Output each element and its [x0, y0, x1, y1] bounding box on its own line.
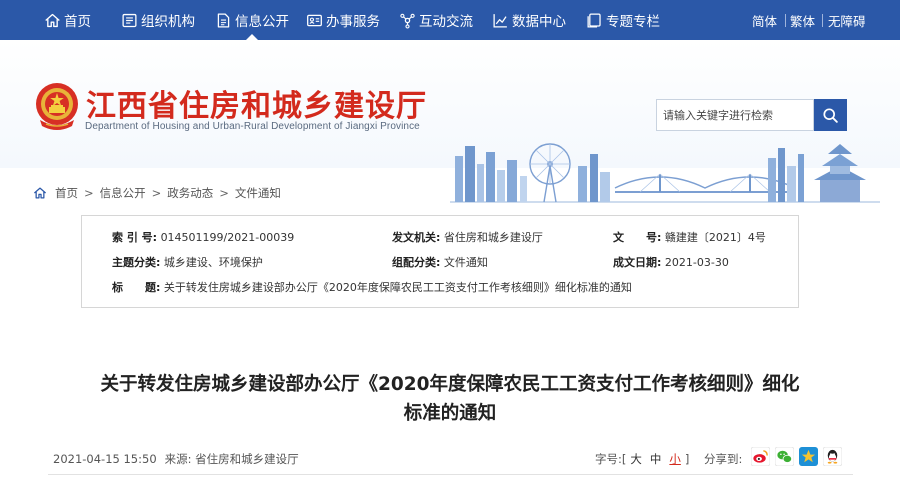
top-nav-bar: 首页 组织机构 信息公开 办事服务 互动交流 数据中心 专题专栏 简体 繁体 无… [0, 0, 900, 40]
site-title: 江西省住房和城乡建设厅 [86, 89, 427, 124]
search-button[interactable] [814, 99, 847, 131]
id-card-icon [307, 14, 322, 26]
nav-interaction[interactable]: 互动交流 [399, 0, 473, 40]
source-value: 省住房和城乡建设厅 [195, 452, 299, 466]
breadcrumb-separator: > [84, 186, 94, 200]
city-skyline-illustration [450, 143, 880, 203]
breadcrumb-separator: > [219, 186, 229, 200]
info-issuer-value: 省住房和城乡建设厅 [443, 231, 543, 244]
info-title-label: 标 题: [112, 281, 161, 294]
article-title-line-1: 关于转发住房城乡建设部办公厅《2020年度保障农民工工资支付工作考核细则》细化 [100, 374, 800, 395]
info-docno-label: 文 号: [613, 231, 662, 244]
nav-org-label: 组织机构 [141, 14, 195, 30]
breadcrumb: 首页 > 信息公开 > 政务动态 > 文件通知 [33, 185, 281, 201]
info-topic-value: 城乡建设、环境保护 [163, 256, 263, 269]
qq-icon[interactable] [823, 447, 842, 466]
info-issuer-label: 发文机关: [392, 231, 441, 244]
lang-divider [785, 14, 786, 27]
weibo-icon[interactable] [751, 447, 770, 466]
info-group-label: 组配分类: [392, 256, 441, 269]
info-issuer: 发文机关: 省住房和城乡建设厅 [392, 229, 543, 245]
nav-services-label: 办事服务 [326, 14, 380, 30]
document-info-box: 索 引 号: 014501199/2021-00039 发文机关: 省住房和城乡… [81, 215, 799, 308]
info-docno-value: 赣建建〔2021〕4号 [664, 231, 766, 244]
breadcrumb-gov-news[interactable]: 政务动态 [167, 185, 213, 201]
breadcrumb-info-public[interactable]: 信息公开 [100, 185, 146, 201]
nav-info-public-label: 信息公开 [235, 14, 289, 30]
chart-icon [493, 13, 507, 28]
nav-topics[interactable]: 专题专栏 [586, 0, 660, 40]
article-title-line-2: 标准的通知 [403, 403, 497, 424]
home-icon [33, 187, 47, 199]
info-index: 索 引 号: 014501199/2021-00039 [112, 229, 294, 245]
font-size-label: 字号: [595, 452, 622, 466]
nav-services[interactable]: 办事服务 [306, 0, 380, 40]
info-group: 组配分类: 文件通知 [392, 254, 488, 270]
publish-date: 2021-04-15 15:50 [53, 452, 157, 466]
article-meta: 2021-04-15 15:50 来源: 省住房和城乡建设厅 [53, 451, 299, 467]
qzone-icon[interactable] [799, 447, 818, 466]
national-emblem-icon [36, 83, 78, 130]
nav-home[interactable]: 首页 [44, 0, 91, 40]
nav-org[interactable]: 组织机构 [121, 0, 195, 40]
font-size-bracket-open: [ [621, 452, 627, 466]
info-date-label: 成文日期: [613, 256, 662, 269]
breadcrumb-home[interactable]: 首页 [55, 185, 78, 201]
info-topic: 主题分类: 城乡建设、环境保护 [112, 254, 263, 270]
font-size-small[interactable]: 小 [669, 452, 681, 466]
meta-divider [48, 474, 853, 475]
search-icon [823, 107, 838, 123]
font-size-bracket-close: ] [684, 452, 690, 466]
info-date-value: 2021-03-30 [664, 256, 729, 269]
lang-traditional[interactable]: 繁体 [790, 0, 815, 40]
nav-data-center-label: 数据中心 [512, 14, 566, 30]
folder-icon [587, 12, 601, 28]
lang-simplified[interactable]: 简体 [752, 0, 777, 40]
font-size-medium[interactable]: 中 [650, 452, 662, 466]
info-group-value: 文件通知 [443, 256, 488, 269]
info-docno: 文 号: 赣建建〔2021〕4号 [613, 229, 766, 245]
wechat-icon[interactable] [775, 447, 794, 466]
home-icon [45, 13, 60, 27]
article-title: 关于转发住房城乡建设部办公厅《2020年度保障农民工工资支付工作考核细则》细化 … [40, 370, 860, 428]
document-icon [217, 12, 230, 28]
breadcrumb-file-notice[interactable]: 文件通知 [235, 185, 281, 201]
share-label: 分享到: [704, 452, 743, 466]
site-header: 江西省住房和城乡建设厅 Department of Housing and Ur… [0, 40, 900, 203]
nav-info-public[interactable]: 信息公开 [215, 0, 289, 40]
info-index-label: 索 引 号: [112, 231, 158, 244]
org-icon [122, 13, 137, 27]
accessibility-link[interactable]: 无障碍 [828, 0, 866, 40]
font-size-large[interactable]: 大 [630, 452, 642, 466]
source-label: 来源: [164, 452, 192, 466]
search-input[interactable] [656, 99, 814, 131]
nav-topics-label: 专题专栏 [606, 14, 660, 30]
interaction-icon [400, 13, 415, 29]
nav-data-center[interactable]: 数据中心 [492, 0, 566, 40]
info-title-value: 关于转发住房城乡建设部办公厅《2020年度保障农民工工资支付工作考核细则》细化标… [163, 281, 632, 294]
lang-divider [822, 14, 823, 27]
site-subtitle: Department of Housing and Urban-Rural De… [85, 121, 420, 132]
info-topic-label: 主题分类: [112, 256, 161, 269]
font-size-selector: 字号:[大中小] [595, 451, 689, 467]
nav-home-label: 首页 [64, 14, 91, 30]
info-title: 标 题: 关于转发住房城乡建设部办公厅《2020年度保障农民工工资支付工作考核细… [112, 279, 632, 295]
nav-interaction-label: 互动交流 [419, 14, 473, 30]
info-date: 成文日期: 2021-03-30 [613, 254, 729, 270]
info-index-value: 014501199/2021-00039 [160, 231, 295, 244]
breadcrumb-separator: > [151, 186, 162, 200]
